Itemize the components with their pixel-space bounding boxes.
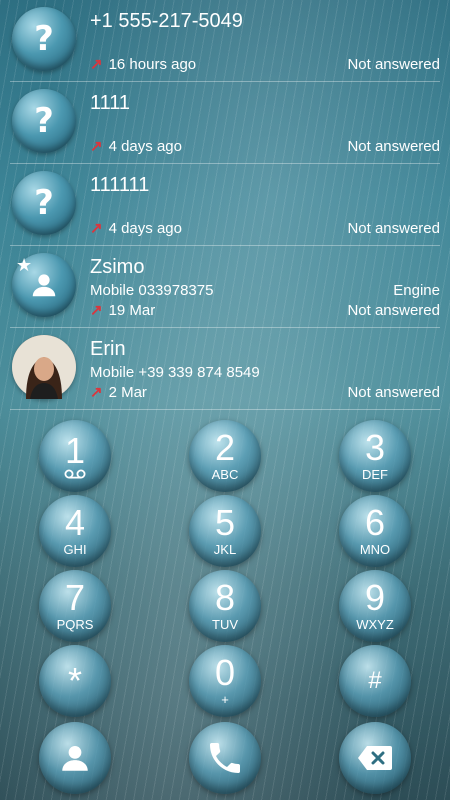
favorite-star-icon: ★	[16, 255, 33, 276]
voicemail-icon	[64, 469, 86, 479]
caller-number: Mobile +39 339 874 8549	[90, 364, 260, 381]
person-icon	[32, 274, 56, 297]
key-4[interactable]: 4 GHI	[39, 495, 111, 567]
call-date: ↗ 2 Mar	[90, 384, 147, 401]
call-date: ↗ 19 Mar	[90, 302, 156, 319]
key-5[interactable]: 5 JKL	[189, 495, 261, 567]
caller-name: Zsimo	[90, 256, 145, 278]
key-7[interactable]: 7 PQRS	[39, 570, 111, 642]
question-mark-icon: ?	[34, 101, 54, 141]
contacts-button[interactable]	[39, 722, 111, 794]
caller-name: 111111	[90, 174, 150, 196]
key-3[interactable]: 3 DEF	[339, 420, 411, 492]
unknown-contact-avatar[interactable]: ?	[12, 171, 76, 235]
call-button[interactable]	[189, 722, 261, 794]
key-8[interactable]: 8 TUV	[189, 570, 261, 642]
caller-label: Engine	[393, 282, 440, 299]
call-status: Not answered	[347, 138, 440, 155]
call-status: Not answered	[347, 56, 440, 73]
missed-call-arrow-icon: ↗	[90, 138, 103, 155]
caller-name: 1111	[90, 92, 131, 114]
key-6[interactable]: 6 MNO	[339, 495, 411, 567]
backspace-button[interactable]	[339, 722, 411, 794]
call-log-item[interactable]: ? 1111 ↗ 4 days ago Not answered	[10, 82, 440, 164]
missed-call-arrow-icon: ↗	[90, 220, 103, 237]
contact-photo	[12, 335, 76, 399]
unknown-contact-avatar[interactable]: ?	[12, 89, 76, 153]
key-2[interactable]: 2 ABC	[189, 420, 261, 492]
missed-call-arrow-icon: ↗	[90, 56, 103, 73]
call-date: ↗ 4 days ago	[90, 138, 182, 155]
call-log-item[interactable]: ? +1 555-217-5049 ↗ 16 hours ago Not answ…	[10, 0, 440, 82]
phone-icon	[210, 743, 240, 773]
person-icon	[62, 745, 88, 771]
question-mark-icon: ?	[34, 19, 54, 59]
key-hash[interactable]: #	[339, 645, 411, 717]
call-log-item[interactable]: ? 111111 ↗ 4 days ago Not answered	[10, 164, 440, 246]
caller-name: Erin	[90, 338, 126, 360]
call-log: ? +1 555-217-5049 ↗ 16 hours ago Not answ…	[0, 0, 450, 410]
unknown-contact-avatar[interactable]: ?	[12, 7, 76, 71]
backspace-icon	[358, 746, 392, 770]
key-star[interactable]: *	[39, 645, 111, 717]
key-0[interactable]: 0 +	[189, 645, 261, 717]
call-date: ↗ 4 days ago	[90, 220, 182, 237]
question-mark-icon: ?	[34, 183, 54, 223]
call-log-item[interactable]: Erin Mobile +39 339 874 8549 ↗ 2 Mar Not …	[10, 328, 440, 410]
key-1[interactable]: 1	[39, 420, 111, 492]
call-log-item[interactable]: ★ Zsimo Mobile 033978375 Engine ↗ 19 Mar …	[10, 246, 440, 328]
key-9[interactable]: 9 WXYZ	[339, 570, 411, 642]
call-status: Not answered	[347, 302, 440, 319]
call-status: Not answered	[347, 220, 440, 237]
missed-call-arrow-icon: ↗	[90, 302, 103, 319]
caller-number: Mobile 033978375	[90, 282, 214, 299]
call-status: Not answered	[347, 384, 440, 401]
caller-name: +1 555-217-5049	[90, 10, 243, 32]
call-date: ↗ 16 hours ago	[90, 56, 197, 73]
contact-photo-avatar[interactable]	[12, 335, 76, 399]
missed-call-arrow-icon: ↗	[90, 384, 103, 401]
